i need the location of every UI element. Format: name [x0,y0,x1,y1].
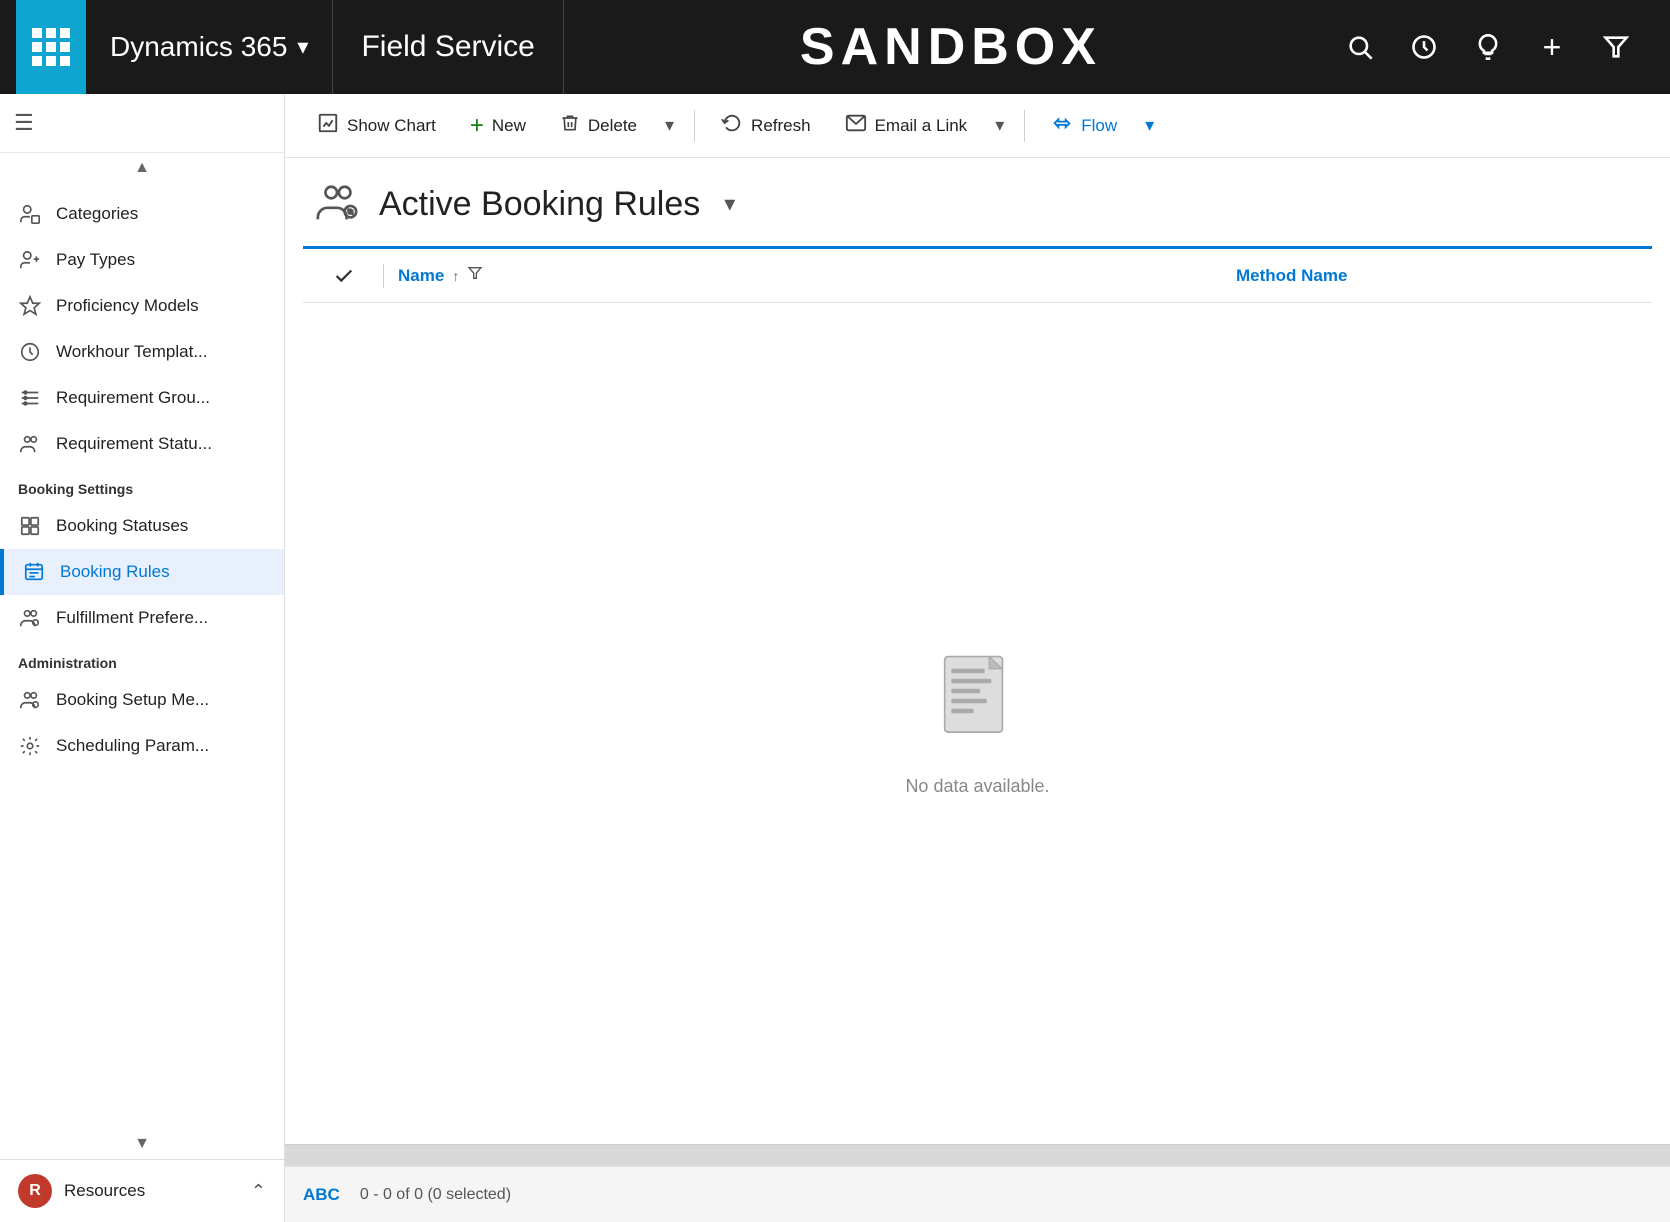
new-button[interactable]: + New [456,104,540,148]
workhour-icon [18,340,42,364]
table-body: No data available. [303,303,1652,1144]
app-grid-button[interactable] [16,0,86,94]
sidebar-items: Categories Pay Types P [0,183,284,1129]
field-service-label: Field Service [361,30,534,64]
select-all-checkbox[interactable] [319,265,369,287]
req-groups-icon [18,386,42,410]
dynamics-nav[interactable]: Dynamics 365 ▾ [86,0,333,94]
sidebar-item-requirement-statuses[interactable]: Requirement Statu... [0,421,284,467]
main-layout: ☰ ▲ Categories [0,94,1670,1222]
search-icon[interactable] [1338,25,1382,69]
email-dropdown-button[interactable]: ▾ [987,107,1012,144]
delete-dropdown-button[interactable]: ▾ [657,107,682,144]
table-header: Name ↑ Method Name [303,249,1652,303]
scheduling-icon [18,734,42,758]
name-filter-icon[interactable] [467,265,483,286]
record-count: 0 - 0 of 0 (0 selected) [360,1186,511,1204]
categories-label: Categories [56,204,138,224]
fulfillment-label: Fulfillment Prefere... [56,608,208,628]
categories-icon [18,202,42,226]
booking-rules-label: Booking Rules [60,562,170,582]
req-groups-label: Requirement Grou... [56,388,210,408]
name-sort-icon[interactable]: ↑ [452,268,459,284]
sidebar-item-requirement-groups[interactable]: Requirement Grou... [0,375,284,421]
booking-rules-page-icon [313,180,361,228]
fulfillment-icon [18,606,42,630]
email-link-icon [845,112,867,140]
abc-link[interactable]: ABC [303,1185,340,1205]
table-footer: ABC 0 - 0 of 0 (0 selected) [285,1166,1670,1222]
sidebar-item-booking-rules[interactable]: Booking Rules [0,549,284,595]
sidebar-item-booking-statuses[interactable]: Booking Statuses [0,503,284,549]
sidebar-item-workhour-templates[interactable]: Workhour Templat... [0,329,284,375]
col-name-header[interactable]: Name ↑ [398,265,1236,286]
recent-items-icon[interactable] [1402,25,1446,69]
dynamics-chevron[interactable]: ▾ [297,34,308,60]
sidebar-item-categories[interactable]: Categories [0,191,284,237]
no-data-message: No data available. [905,776,1049,797]
field-service-nav: Field Service [333,0,563,94]
empty-data-icon [933,651,1023,756]
dynamics-label: Dynamics 365 [110,31,287,63]
sidebar-item-fulfillment-preferences[interactable]: Fulfillment Prefere... [0,595,284,641]
sidebar-item-proficiency-models[interactable]: Proficiency Models [0,283,284,329]
resources-avatar: R [18,1174,52,1208]
administration-header: Administration [0,641,284,677]
toolbar: Show Chart + New Delete ▾ [285,94,1670,158]
req-status-icon [18,432,42,456]
page-header: Active Booking Rules ▾ [285,158,1670,246]
workhour-label: Workhour Templat... [56,342,208,362]
new-icon: + [470,112,484,140]
table-container: Name ↑ Method Name [303,246,1652,1144]
top-nav: Dynamics 365 ▾ Field Service SANDBOX + [0,0,1670,94]
booking-setup-label: Booking Setup Me... [56,690,209,710]
sandbox-label: SANDBOX [564,17,1338,77]
resources-section: R Resources [18,1174,145,1208]
sidebar: ☰ ▲ Categories [0,94,285,1222]
flow-dropdown-button[interactable]: ▾ [1137,107,1162,144]
refresh-icon [721,112,743,140]
pay-types-label: Pay Types [56,250,135,270]
sidebar-item-scheduling-params[interactable]: Scheduling Param... [0,723,284,769]
col-method-header[interactable]: Method Name [1236,266,1636,286]
toolbar-separator-2 [1024,110,1025,142]
refresh-button[interactable]: Refresh [707,104,825,148]
sidebar-item-pay-types[interactable]: Pay Types [0,237,284,283]
page-title-chevron[interactable]: ▾ [724,191,735,217]
resources-chevron: ⌃ [251,1181,266,1202]
resources-label: Resources [64,1181,145,1201]
req-status-label: Requirement Statu... [56,434,212,454]
sidebar-bottom[interactable]: R Resources ⌃ [0,1159,284,1222]
lightbulb-icon[interactable] [1466,25,1510,69]
delete-button[interactable]: Delete [546,104,651,148]
show-chart-button[interactable]: Show Chart [303,104,450,148]
filter-icon[interactable] [1594,25,1638,69]
toolbar-separator-1 [694,110,695,142]
sidebar-item-booking-setup[interactable]: Booking Setup Me... [0,677,284,723]
add-icon[interactable]: + [1530,25,1574,69]
col-separator-1 [383,264,384,288]
show-chart-icon [317,112,339,140]
flow-icon [1051,112,1073,140]
content-area: Show Chart + New Delete ▾ [285,94,1670,1222]
booking-settings-header: Booking Settings [0,467,284,503]
booking-rules-icon [22,560,46,584]
delete-icon [560,112,580,140]
sidebar-top: ☰ [0,94,284,153]
scheduling-label: Scheduling Param... [56,736,209,756]
flow-button[interactable]: Flow [1037,104,1131,148]
proficiency-icon [18,294,42,318]
nav-icons: + [1338,25,1654,69]
sidebar-scroll-down[interactable]: ▼ [0,1129,284,1159]
booking-setup-icon [18,688,42,712]
hamburger-icon[interactable]: ☰ [14,110,34,136]
pay-types-icon [18,248,42,272]
booking-statuses-icon [18,514,42,538]
sidebar-scroll-up[interactable]: ▲ [0,153,284,183]
page-title: Active Booking Rules [379,185,700,224]
email-link-button[interactable]: Email a Link [831,104,982,148]
horizontal-scrollbar[interactable] [285,1144,1670,1166]
booking-statuses-label: Booking Statuses [56,516,188,536]
proficiency-label: Proficiency Models [56,296,199,316]
